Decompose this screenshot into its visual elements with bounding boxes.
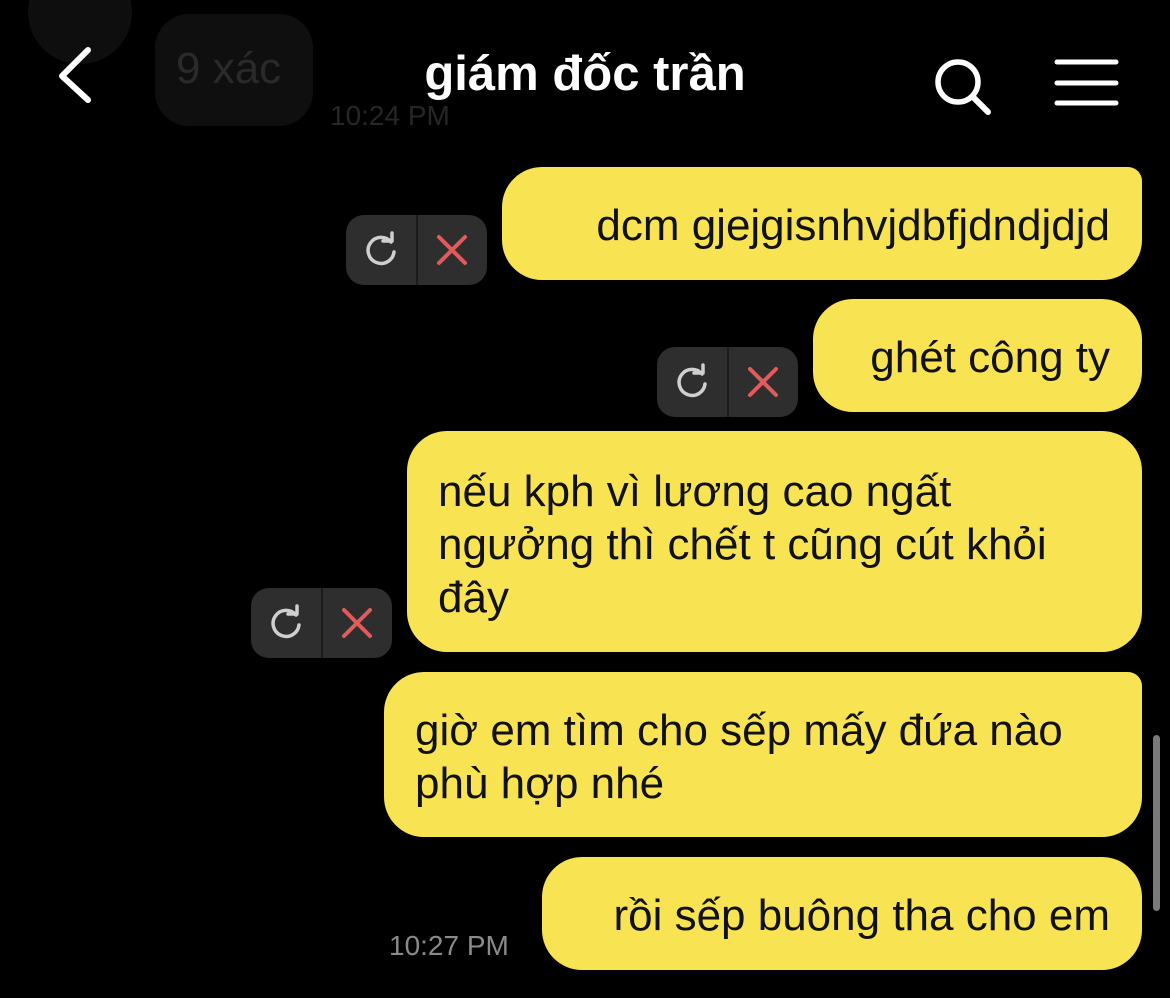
close-icon <box>437 235 468 265</box>
close-icon <box>748 367 779 397</box>
search-button[interactable] <box>930 54 996 120</box>
message-timestamp: 10:27 PM <box>389 930 509 961</box>
message-text: rồi sếp buông tha cho em <box>613 891 1110 940</box>
search-icon <box>935 59 991 115</box>
message-bubble[interactable]: nếu kph vì lương cao ngất ngưởng thì chế… <box>407 431 1142 652</box>
close-icon <box>342 608 373 638</box>
message-bubble[interactable]: rồi sếp buông tha cho em <box>542 857 1142 970</box>
menu-button[interactable] <box>1052 56 1122 112</box>
message-text: dcm gjejgisnhvjdbfjdndjdjd <box>596 201 1110 250</box>
retry-icon <box>677 363 707 398</box>
message-text: giờ em tìm cho sếp mấy đứa nào phù hợp n… <box>415 706 1063 808</box>
message-bubble[interactable]: dcm gjejgisnhvjdbfjdndjdjd <box>502 167 1142 280</box>
failed-message-actions <box>251 588 392 658</box>
delete-button[interactable] <box>729 347 799 417</box>
retry-button[interactable] <box>346 215 416 285</box>
failed-message-actions <box>657 347 798 417</box>
hamburger-menu-icon <box>1054 59 1119 106</box>
retry-button[interactable] <box>657 347 727 417</box>
message-bubble[interactable]: ghét công ty <box>813 299 1142 412</box>
message-bubble[interactable]: giờ em tìm cho sếp mấy đứa nào phù hợp n… <box>384 672 1142 837</box>
message-text: ghét công ty <box>870 333 1110 382</box>
message-text: nếu kph vì lương cao ngất ngưởng thì chế… <box>438 467 1047 622</box>
chat-header: giám đốc trần <box>0 0 1170 150</box>
retry-button[interactable] <box>251 588 321 658</box>
scrollbar[interactable] <box>1153 735 1160 911</box>
retry-icon <box>366 231 396 266</box>
delete-button[interactable] <box>323 588 393 658</box>
retry-icon <box>271 604 301 639</box>
failed-message-actions <box>346 215 487 285</box>
delete-button[interactable] <box>418 215 488 285</box>
